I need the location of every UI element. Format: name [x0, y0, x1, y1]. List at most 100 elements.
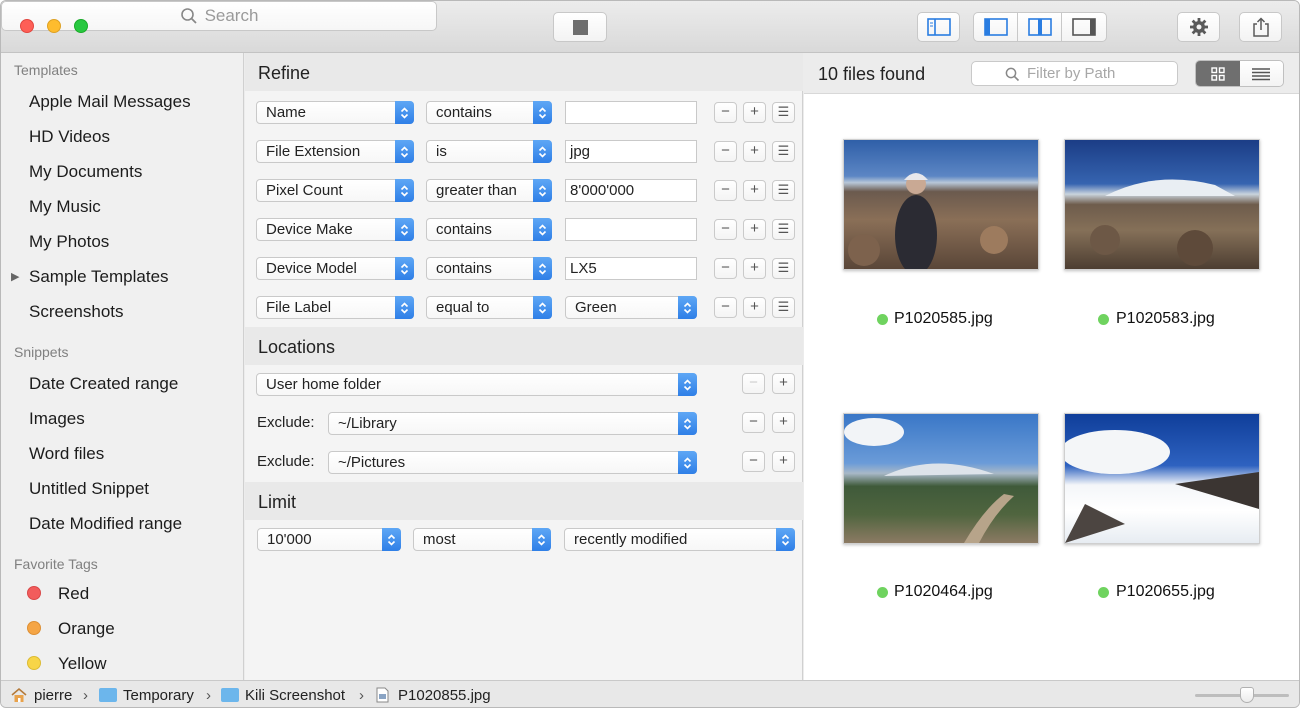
path-item-file[interactable]: P1020855.jpg: [398, 687, 491, 704]
sidebar-item-my-photos[interactable]: My Photos: [29, 232, 109, 252]
search-icon: [1005, 67, 1020, 82]
sidebar-item-tag-red[interactable]: Red: [58, 584, 89, 604]
criterion-value-field[interactable]: 8'000'000: [565, 179, 697, 202]
add-criterion-button[interactable]: +: [743, 180, 766, 201]
disclosure-triangle-icon[interactable]: ▶: [11, 270, 19, 283]
file-name[interactable]: P1020585.jpg: [894, 310, 993, 328]
sidebar-item-date-created-range[interactable]: Date Created range: [29, 374, 178, 394]
criterion-options-button[interactable]: ☰: [772, 180, 795, 201]
criterion-options-button[interactable]: ☰: [772, 219, 795, 240]
criterion-options-button[interactable]: ☰: [772, 102, 795, 123]
path-item-folder[interactable]: Temporary: [123, 687, 194, 704]
sidebar-item-apple-mail-messages[interactable]: Apple Mail Messages: [29, 92, 191, 112]
criterion-value-field[interactable]: [565, 101, 697, 124]
photo-thumbnail[interactable]: [1064, 139, 1260, 270]
criterion-attribute-popup[interactable]: File Extension: [256, 140, 414, 163]
sidebar-item-word-files[interactable]: Word files: [29, 444, 104, 464]
remove-criterion-button[interactable]: −: [714, 219, 737, 240]
exclude-path-popup-1[interactable]: ~/Library: [328, 412, 697, 435]
criterion-options-button[interactable]: ☰: [772, 141, 795, 162]
file-name[interactable]: P1020583.jpg: [1116, 310, 1215, 328]
chevron-updown-icon: [678, 412, 697, 435]
add-criterion-button[interactable]: +: [743, 219, 766, 240]
minimize-window-button[interactable]: [47, 19, 61, 33]
file-name[interactable]: P1020655.jpg: [1116, 583, 1215, 601]
criterion-options-button[interactable]: ☰: [772, 297, 795, 318]
criterion-value-field[interactable]: [565, 218, 697, 241]
chevron-updown-icon: [533, 179, 552, 202]
settings-button[interactable]: [1177, 12, 1220, 42]
zoom-window-button[interactable]: [74, 19, 88, 33]
limit-count-popup[interactable]: 10'000: [257, 528, 401, 551]
criterion-operator-value: greater than: [436, 182, 517, 199]
sidebar-item-sample-templates[interactable]: Sample Templates: [29, 267, 169, 287]
close-window-button[interactable]: [20, 19, 34, 33]
exclude-path-popup-2[interactable]: ~/Pictures: [328, 451, 697, 474]
slider-thumb[interactable]: [1240, 687, 1254, 703]
criterion-options-button[interactable]: ☰: [772, 258, 795, 279]
limit-criterion-popup[interactable]: recently modified: [564, 528, 795, 551]
criterion-operator-value: equal to: [436, 299, 490, 316]
remove-criterion-button[interactable]: −: [714, 258, 737, 279]
photo-thumbnail[interactable]: [843, 413, 1039, 544]
share-button[interactable]: [1239, 12, 1282, 42]
right-panel-button[interactable]: [1062, 13, 1106, 41]
remove-criterion-button[interactable]: −: [714, 141, 737, 162]
criterion-operator-popup[interactable]: greater than: [426, 179, 552, 202]
chevron-updown-icon: [678, 296, 697, 319]
photo-thumbnail[interactable]: [1060, 413, 1260, 544]
filter-by-path-input[interactable]: Filter by Path: [971, 61, 1178, 86]
photo-thumbnail[interactable]: [843, 139, 1039, 275]
criterion-attribute-popup[interactable]: File Label: [256, 296, 414, 319]
remove-criterion-button[interactable]: −: [714, 102, 737, 123]
sidebar-item-screenshots[interactable]: Screenshots: [29, 302, 124, 322]
criterion-value-field[interactable]: LX5: [565, 257, 697, 280]
limit-order-popup[interactable]: most: [413, 528, 551, 551]
sidebar-item-untitled-snippet[interactable]: Untitled Snippet: [29, 479, 149, 499]
path-item-home[interactable]: pierre: [34, 687, 72, 704]
toggle-sidebar-button[interactable]: [917, 12, 960, 42]
sidebar-item-tag-orange[interactable]: Orange: [58, 619, 115, 639]
sidebar-item-my-music[interactable]: My Music: [29, 197, 101, 217]
criterion-attribute-value: Pixel Count: [266, 182, 343, 199]
criterion-operator-popup[interactable]: contains: [426, 257, 552, 280]
add-exclude-button[interactable]: +: [772, 412, 795, 433]
middle-panel-button[interactable]: [1018, 13, 1062, 41]
add-criterion-button[interactable]: +: [743, 102, 766, 123]
add-location-button[interactable]: +: [772, 373, 795, 394]
remove-criterion-button[interactable]: −: [714, 180, 737, 201]
criterion-attribute-popup[interactable]: Name: [256, 101, 414, 124]
sidebar-item-tag-yellow[interactable]: Yellow: [58, 654, 107, 674]
sidebar-item-my-documents[interactable]: My Documents: [29, 162, 142, 182]
criterion-attribute-popup[interactable]: Device Model: [256, 257, 414, 280]
criterion-operator-popup[interactable]: contains: [426, 218, 552, 241]
criterion-operator-popup[interactable]: is: [426, 140, 552, 163]
add-criterion-button[interactable]: +: [743, 297, 766, 318]
icon-view-button[interactable]: [1196, 61, 1240, 86]
sidebar-item-images[interactable]: Images: [29, 409, 85, 429]
search-field[interactable]: Search: [1, 1, 437, 31]
criterion-attribute-popup[interactable]: Pixel Count: [256, 179, 414, 202]
sidebar-item-date-modified-range[interactable]: Date Modified range: [29, 514, 182, 534]
sidebar-item-hd-videos[interactable]: HD Videos: [29, 127, 110, 147]
stop-button[interactable]: [553, 12, 607, 42]
search-placeholder: Search: [204, 6, 259, 25]
list-view-button[interactable]: [1239, 61, 1283, 86]
criterion-operator-popup[interactable]: equal to: [426, 296, 552, 319]
remove-location-button[interactable]: −: [742, 373, 765, 394]
path-item-folder[interactable]: Kili Screenshot: [245, 687, 345, 704]
panel-layout-segment: [973, 12, 1107, 42]
remove-exclude-button[interactable]: −: [742, 451, 765, 472]
criterion-value-field[interactable]: jpg: [565, 140, 697, 163]
remove-criterion-button[interactable]: −: [714, 297, 737, 318]
add-criterion-button[interactable]: +: [743, 141, 766, 162]
location-folder-popup[interactable]: User home folder: [256, 373, 697, 396]
add-criterion-button[interactable]: +: [743, 258, 766, 279]
criterion-value-popup[interactable]: Green: [565, 296, 697, 319]
file-name[interactable]: P1020464.jpg: [894, 583, 993, 601]
criterion-operator-popup[interactable]: contains: [426, 101, 552, 124]
left-panel-button[interactable]: [974, 13, 1018, 41]
remove-exclude-button[interactable]: −: [742, 412, 765, 433]
criterion-attribute-popup[interactable]: Device Make: [256, 218, 414, 241]
add-exclude-button[interactable]: +: [772, 451, 795, 472]
